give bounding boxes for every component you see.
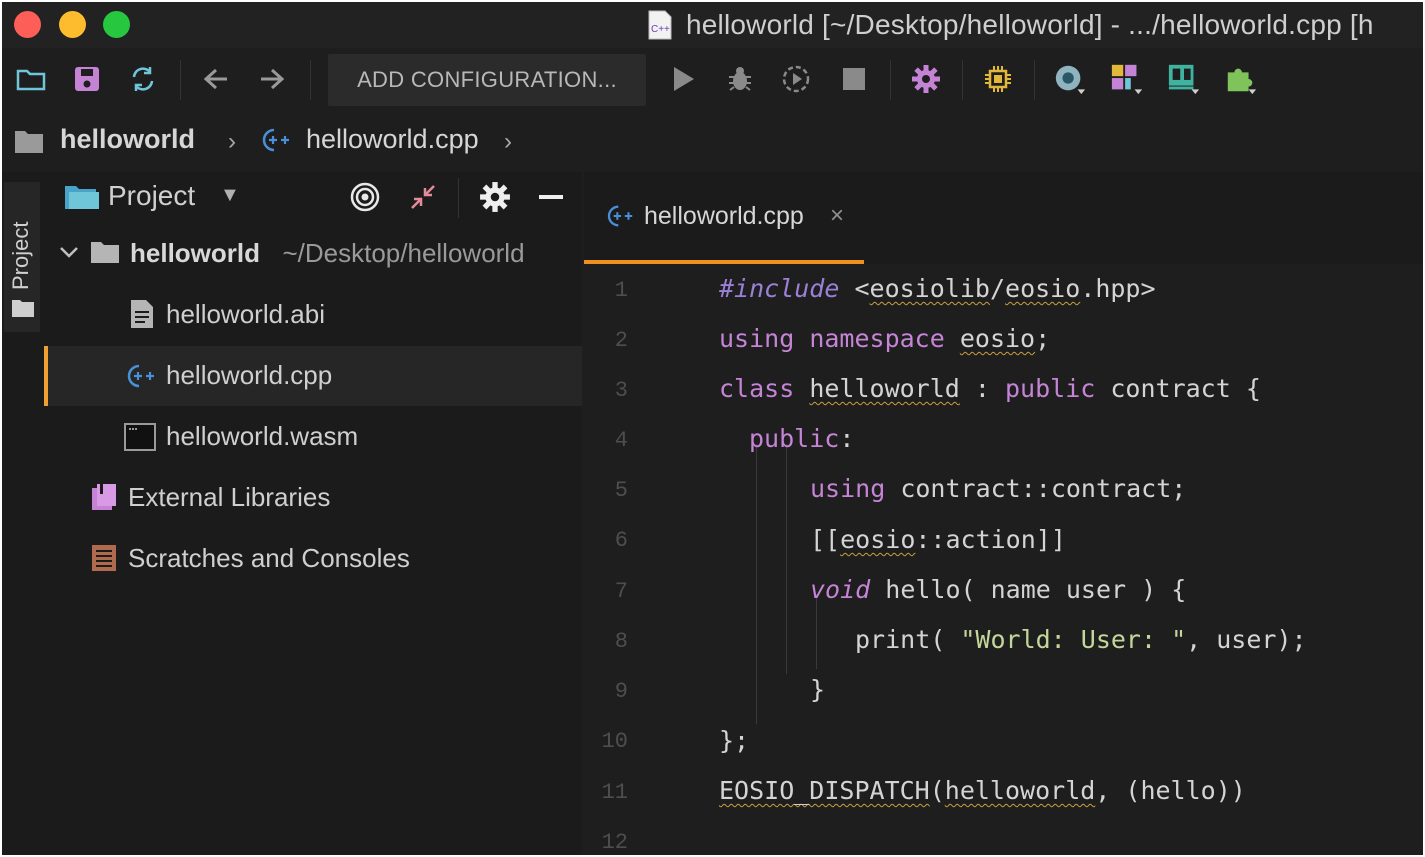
root-folder-name: helloworld (130, 238, 260, 268)
title-bar: C++ helloworld [~/Desktop/helloworld] - … (2, 2, 1423, 48)
line-number: 6 (614, 528, 628, 553)
line-number: 2 (614, 328, 628, 353)
tree-item-helloworld-wasm[interactable]: helloworld.wasm (44, 407, 582, 467)
code-line-2: using namespace eosio; (719, 324, 1051, 353)
project-tool-tab[interactable]: Project (4, 182, 40, 332)
run-with-coverage-icon[interactable] (779, 62, 813, 96)
folder-icon (90, 240, 120, 269)
code-area[interactable]: #include <eosiolib/eosio.hpp> using name… (694, 264, 1423, 855)
code-line-11: EOSIO_DISPATCH(helloworld, (hello)) (719, 776, 1246, 805)
tree-item-helloworld-cpp[interactable]: helloworld.cpp (44, 346, 582, 406)
chevron-right-icon: › (228, 128, 236, 155)
line-number: 4 (614, 428, 628, 453)
collapse-all-icon[interactable] (406, 180, 440, 214)
run-icon[interactable] (666, 62, 700, 96)
ide-window: C++ helloworld [~/Desktop/helloworld] - … (2, 2, 1423, 855)
code-line-8: print( "World: User: ", user); (855, 625, 1307, 654)
folder-icon (14, 128, 44, 159)
layout-blocks-icon[interactable] (1110, 62, 1144, 96)
line-number: 1 (614, 278, 628, 303)
debug-bug-icon[interactable] (723, 62, 757, 96)
close-window-button[interactable] (14, 11, 41, 38)
line-number-gutter: 1 2 3 4 5 6 7 8 9 10 11 12 (584, 264, 710, 855)
folder-icon (11, 298, 35, 323)
file-name: helloworld.abi (166, 299, 325, 329)
main-toolbar: ADD CONFIGURATION... (2, 48, 1423, 112)
minimize-window-button[interactable] (59, 11, 86, 38)
file-name: helloworld.cpp (166, 360, 333, 390)
cpp-file-icon: C++ (647, 10, 673, 40)
save-icon[interactable] (70, 62, 104, 96)
forward-arrow-icon[interactable] (255, 62, 289, 96)
svg-text:C++: C++ (651, 24, 670, 35)
library-books-icon (90, 482, 118, 517)
editor-tab-bar: helloworld.cpp × (584, 172, 1423, 264)
line-number: 7 (614, 579, 628, 604)
line-number: 3 (614, 378, 628, 403)
hide-panel-minus-icon[interactable] (534, 180, 568, 214)
structure-panel-icon[interactable] (1167, 62, 1201, 96)
binary-file-icon (124, 423, 156, 456)
scratches-notepad-icon (90, 543, 118, 578)
tree-root-helloworld[interactable]: helloworld ~/Desktop/helloworld (44, 224, 582, 284)
tree-item-scratches-consoles[interactable]: Scratches and Consoles (44, 529, 582, 589)
panel-settings-gear-icon[interactable] (478, 180, 512, 214)
breadcrumb-file[interactable]: helloworld.cpp (306, 124, 479, 155)
chevron-right-icon: › (504, 128, 512, 155)
code-line-7: void hello( name user ) { (810, 575, 1187, 604)
cpp-file-icon (259, 126, 297, 159)
code-line-10: }; (719, 726, 750, 755)
item-label: Scratches and Consoles (128, 543, 410, 573)
window-title: helloworld [~/Desktop/helloworld] - .../… (686, 9, 1374, 40)
project-folder-icon (64, 182, 100, 217)
text-file-icon (130, 299, 154, 334)
dropdown-caret-icon[interactable]: ▼ (220, 184, 240, 207)
plugins-puzzle-icon[interactable] (1224, 62, 1258, 96)
tree-item-external-libraries[interactable]: External Libraries (44, 468, 582, 528)
item-label: External Libraries (128, 482, 331, 512)
settings-gear-icon[interactable] (909, 62, 943, 96)
chevron-down-icon[interactable] (58, 244, 80, 265)
tool-window-stripe: Project (2, 172, 44, 855)
editor-tab-helloworld-cpp[interactable]: helloworld.cpp × (584, 172, 864, 264)
chip-icon[interactable] (981, 62, 1015, 96)
project-panel-header: Project ▼ (44, 172, 582, 224)
code-line-3: class helloworld : public contract { (719, 374, 1261, 403)
stop-icon[interactable] (837, 62, 871, 96)
locate-target-icon[interactable] (348, 180, 382, 214)
close-tab-icon[interactable]: × (830, 202, 844, 230)
project-panel: Project ▼ helloworld ~/Desktop/helloworl… (44, 172, 582, 855)
sync-icon[interactable] (126, 62, 160, 96)
navigation-breadcrumb: helloworld › helloworld.cpp › (2, 112, 1423, 172)
project-view-title[interactable]: Project (108, 180, 195, 212)
project-tool-label: Project (8, 221, 33, 290)
root-folder-path: ~/Desktop/helloworld (282, 238, 525, 268)
code-editor: helloworld.cpp × 1 2 3 4 5 6 7 8 9 10 11… (584, 172, 1423, 855)
line-number: 10 (601, 729, 628, 754)
tab-label: helloworld.cpp (644, 202, 804, 230)
code-line-9: } (810, 675, 826, 704)
line-number: 11 (601, 780, 628, 805)
tree-item-helloworld-abi[interactable]: helloworld.abi (44, 285, 582, 345)
back-arrow-icon[interactable] (199, 62, 233, 96)
line-number: 12 (601, 830, 628, 855)
code-line-1: #include <eosiolib/eosio.hpp> (719, 274, 1156, 303)
code-line-6: [[eosio::action]] (810, 525, 1066, 554)
cpp-file-icon (124, 362, 162, 395)
line-number: 8 (614, 629, 628, 654)
database-connect-icon[interactable] (1053, 62, 1087, 96)
line-number: 9 (614, 679, 628, 704)
cpp-file-icon (604, 203, 640, 234)
line-number: 5 (614, 478, 628, 503)
maximize-window-button[interactable] (103, 11, 130, 38)
open-folder-icon[interactable] (14, 62, 48, 96)
code-line-4: public: (749, 424, 855, 453)
breadcrumb-project[interactable]: helloworld (60, 124, 195, 155)
add-configuration-button[interactable]: ADD CONFIGURATION... (328, 54, 646, 106)
code-line-5: using contract::contract; (810, 474, 1187, 503)
file-name: helloworld.wasm (166, 421, 359, 451)
